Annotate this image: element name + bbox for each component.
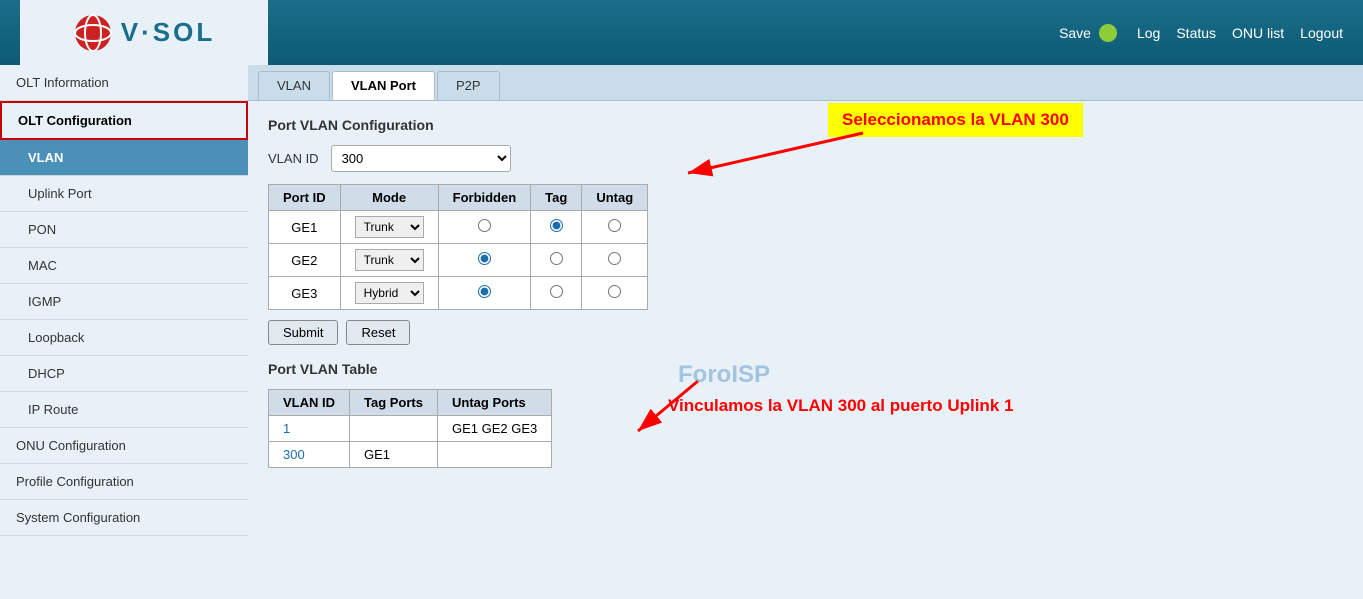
sidebar-item-onu-configuration[interactable]: ONU Configuration [0, 428, 248, 464]
vsol-logo-icon [73, 13, 113, 53]
log-link[interactable]: Log [1137, 25, 1160, 41]
col-tag: Tag [531, 185, 582, 211]
status-dot [1099, 24, 1117, 42]
sidebar-item-uplink-port[interactable]: Uplink Port [0, 176, 248, 212]
col-mode: Mode [340, 185, 438, 211]
untag-radio-ge3[interactable] [608, 285, 621, 298]
col-forbidden: Forbidden [438, 185, 531, 211]
mode-select-ge2[interactable]: Trunk Access Hybrid [355, 249, 424, 271]
sidebar-item-vlan[interactable]: VLAN [0, 140, 248, 176]
tag-ge1 [531, 211, 582, 244]
tag-radio-ge2[interactable] [550, 252, 563, 265]
untag-radio-ge1[interactable] [608, 219, 621, 232]
untag-ge1 [582, 211, 648, 244]
vlan-row1-untag: GE1 GE2 GE3 [438, 416, 552, 442]
forbidden-ge2 [438, 244, 531, 277]
table-row: GE2 Trunk Access Hybrid [269, 244, 648, 277]
forbidden-ge1 [438, 211, 531, 244]
vlan-row2-id: 300 [269, 442, 350, 468]
vlan-row1-tag [350, 416, 438, 442]
tab-p2p[interactable]: P2P [437, 71, 500, 100]
sidebar-item-olt-configuration[interactable]: OLT Configuration [0, 101, 248, 140]
mode-ge1: Trunk Access Hybrid [340, 211, 438, 244]
col-port-id: Port ID [269, 185, 341, 211]
sidebar-item-dhcp[interactable]: DHCP [0, 356, 248, 392]
vlan-id-select[interactable]: 300 1 [331, 145, 511, 172]
vlan-table-title: Port VLAN Table [268, 361, 1343, 377]
vlan-col-id: VLAN ID [269, 390, 350, 416]
untag-ge3 [582, 277, 648, 310]
forbidden-ge3 [438, 277, 531, 310]
save-label[interactable]: Save [1059, 25, 1091, 41]
onu-list-link[interactable]: ONU list [1232, 25, 1284, 41]
vlan-col-untag: Untag Ports [438, 390, 552, 416]
sidebar-item-pon[interactable]: PON [0, 212, 248, 248]
content-area: VLAN VLAN Port P2P Port VLAN Configurati… [248, 65, 1363, 599]
port-ge2: GE2 [269, 244, 341, 277]
header-right: Save Log Status ONU list Logout [1059, 24, 1343, 42]
col-untag: Untag [582, 185, 648, 211]
untag-ge2 [582, 244, 648, 277]
tabs-bar: VLAN VLAN Port P2P [248, 65, 1363, 101]
mode-select-ge3[interactable]: Hybrid Access Trunk [355, 282, 424, 304]
port-vlan-table: Port ID Mode Forbidden Tag Untag GE1 Tru… [268, 184, 648, 310]
port-ge1: GE1 [269, 211, 341, 244]
tab-vlan-port[interactable]: VLAN Port [332, 71, 435, 100]
arrow-bottom [618, 371, 738, 441]
tab-vlan[interactable]: VLAN [258, 71, 330, 100]
tag-radio-ge3[interactable] [550, 285, 563, 298]
mode-select-ge1[interactable]: Trunk Access Hybrid [355, 216, 424, 238]
logo-area: V·SOL [20, 0, 268, 65]
page-content: Port VLAN Configuration VLAN ID 300 1 Po… [248, 101, 1363, 484]
table-row: GE1 Trunk Access Hybrid [269, 211, 648, 244]
port-vlan-config-title: Port VLAN Configuration [268, 117, 1343, 133]
forbidden-radio-ge2[interactable] [478, 252, 491, 265]
status-link[interactable]: Status [1176, 25, 1216, 41]
logo-text: V·SOL [121, 17, 215, 48]
table-row: GE3 Hybrid Access Trunk [269, 277, 648, 310]
vlan-row2-tag: GE1 [350, 442, 438, 468]
vlan-id-label: VLAN ID [268, 151, 319, 166]
reset-button[interactable]: Reset [346, 320, 410, 345]
vlan-row2-untag [438, 442, 552, 468]
sidebar-item-profile-configuration[interactable]: Profile Configuration [0, 464, 248, 500]
tag-ge2 [531, 244, 582, 277]
tag-ge3 [531, 277, 582, 310]
header-links: Log Status ONU list Logout [1137, 25, 1343, 41]
sidebar-item-olt-information[interactable]: OLT Information [0, 65, 248, 101]
form-buttons: Submit Reset [268, 320, 1343, 345]
vlan-table-row: 300 GE1 [269, 442, 552, 468]
header: V·SOL Save Log Status ONU list Logout [0, 0, 1363, 65]
sidebar-item-ip-route[interactable]: IP Route [0, 392, 248, 428]
save-area: Save [1059, 24, 1117, 42]
sidebar-item-loopback[interactable]: Loopback [0, 320, 248, 356]
main-layout: OLT Information OLT Configuration VLAN U… [0, 65, 1363, 599]
sidebar-item-mac[interactable]: MAC [0, 248, 248, 284]
forbidden-radio-ge3[interactable] [478, 285, 491, 298]
tag-radio-ge1[interactable] [550, 219, 563, 232]
port-ge3: GE3 [269, 277, 341, 310]
mode-ge2: Trunk Access Hybrid [340, 244, 438, 277]
forbidden-radio-ge1[interactable] [478, 219, 491, 232]
annotation-bottom: Vinculamos la VLAN 300 al puerto Uplink … [668, 396, 1013, 416]
sidebar-item-igmp[interactable]: IGMP [0, 284, 248, 320]
logout-link[interactable]: Logout [1300, 25, 1343, 41]
vlan-id-row: VLAN ID 300 1 [268, 145, 1343, 172]
mode-ge3: Hybrid Access Trunk [340, 277, 438, 310]
sidebar: OLT Information OLT Configuration VLAN U… [0, 65, 248, 599]
vlan-table-row: 1 GE1 GE2 GE3 [269, 416, 552, 442]
submit-button[interactable]: Submit [268, 320, 338, 345]
vlan-summary-table: VLAN ID Tag Ports Untag Ports 1 GE1 GE2 … [268, 389, 552, 468]
vlan-row1-id: 1 [269, 416, 350, 442]
sidebar-item-system-configuration[interactable]: System Configuration [0, 500, 248, 536]
vlan-col-tag: Tag Ports [350, 390, 438, 416]
untag-radio-ge2[interactable] [608, 252, 621, 265]
